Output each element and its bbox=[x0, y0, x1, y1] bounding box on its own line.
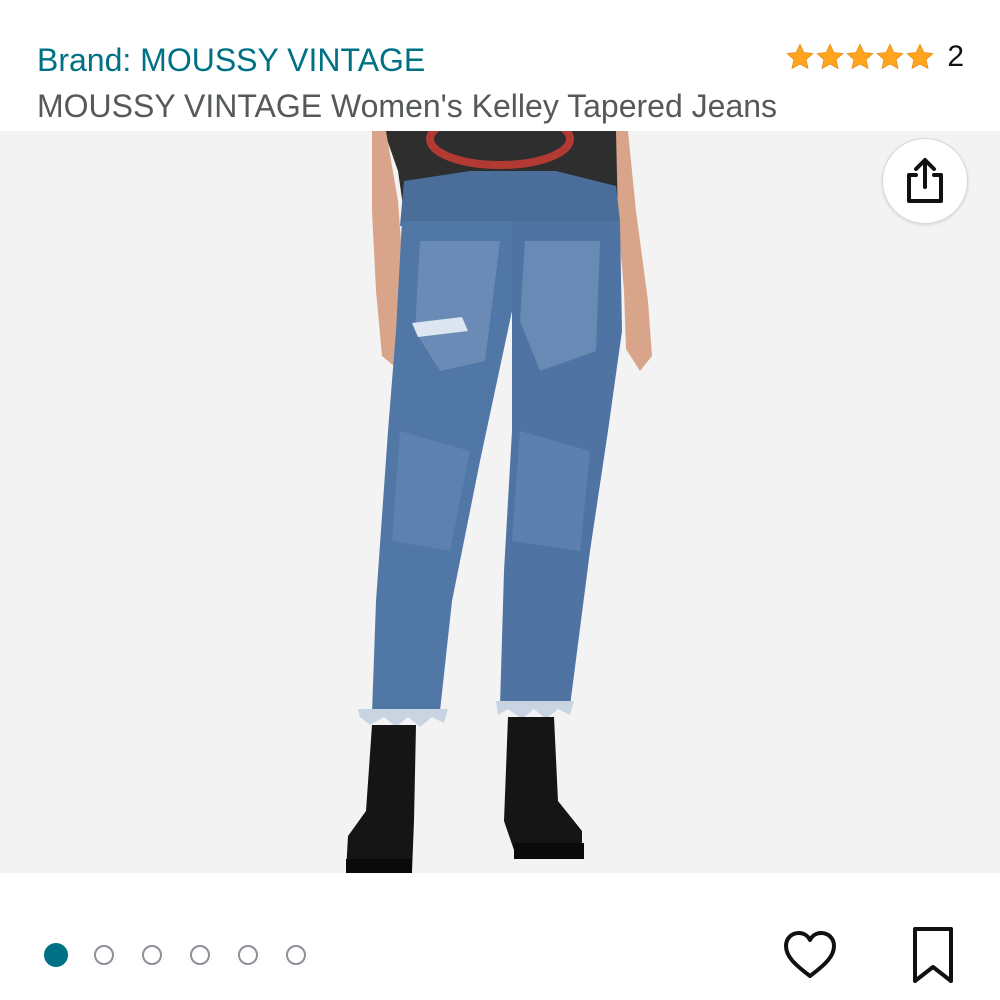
brand-link[interactable]: Brand: MOUSSY VINTAGE bbox=[37, 42, 425, 79]
carousel-dot-6[interactable] bbox=[286, 945, 306, 965]
carousel-dot-2[interactable] bbox=[94, 945, 114, 965]
star-icon bbox=[786, 43, 815, 70]
share-icon bbox=[907, 158, 943, 203]
star-icon bbox=[876, 43, 905, 70]
rating-summary[interactable]: 2 bbox=[785, 40, 964, 74]
heart-icon bbox=[784, 931, 836, 978]
star-icon bbox=[846, 43, 875, 70]
carousel-dot-3[interactable] bbox=[142, 945, 162, 965]
save-for-later-button[interactable] bbox=[908, 925, 958, 985]
star-icon bbox=[906, 43, 935, 70]
product-header: Brand: MOUSSY VINTAGE 2 MOUSSY VINTAGE W… bbox=[0, 0, 1000, 130]
bookmark-icon bbox=[913, 927, 953, 983]
product-title: MOUSSY VINTAGE Women's Kelley Tapered Je… bbox=[37, 88, 778, 124]
share-button[interactable] bbox=[882, 138, 968, 224]
rating-count: 2 bbox=[947, 40, 964, 73]
carousel-dot-4[interactable] bbox=[190, 945, 210, 965]
product-image[interactable] bbox=[0, 131, 1000, 873]
star-rating bbox=[785, 42, 935, 72]
star-icon bbox=[816, 43, 845, 70]
product-detail-page: Brand: MOUSSY VINTAGE 2 MOUSSY VINTAGE W… bbox=[0, 0, 1000, 1000]
add-to-wishlist-button[interactable] bbox=[782, 928, 838, 984]
carousel-dot-5[interactable] bbox=[238, 945, 258, 965]
carousel-dot-1[interactable] bbox=[44, 943, 68, 967]
carousel-indicators bbox=[44, 943, 334, 967]
image-carousel-controls bbox=[0, 873, 1000, 1000]
product-photo bbox=[346, 131, 652, 873]
